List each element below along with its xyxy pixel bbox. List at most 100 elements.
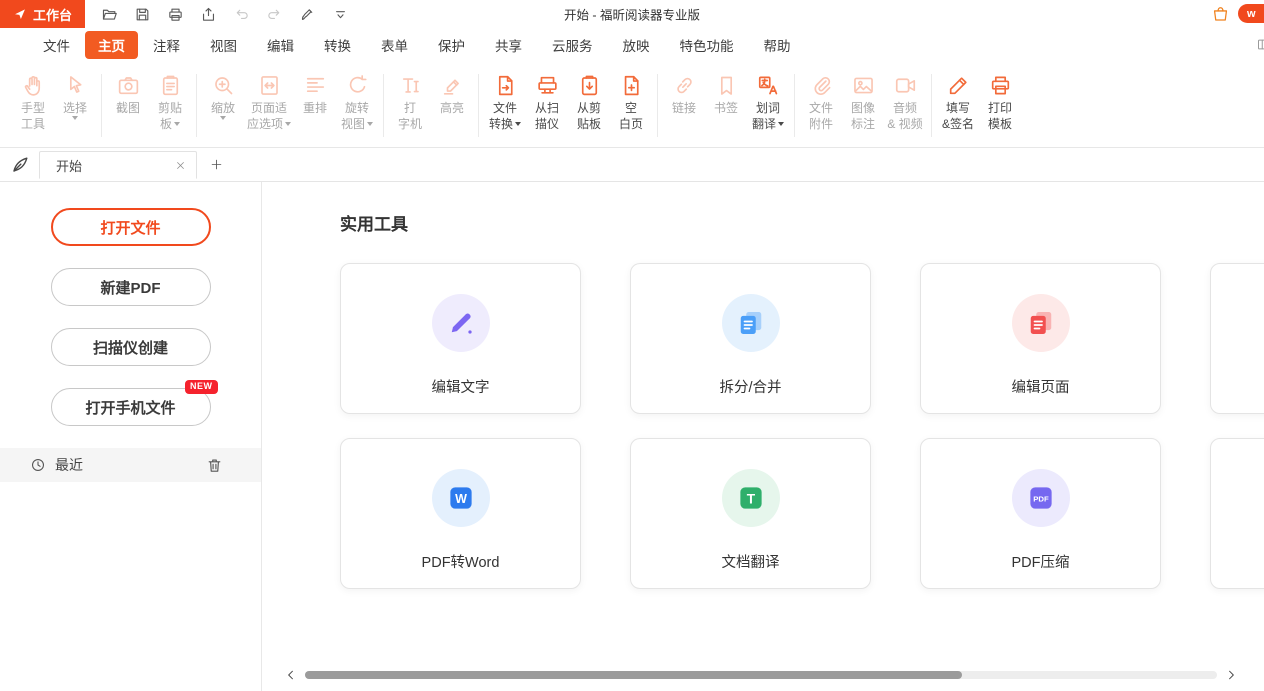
menu-view[interactable]: 视图 bbox=[195, 31, 252, 59]
new-pdf-button[interactable]: 新建PDF bbox=[51, 268, 211, 306]
svg-text:PDF: PDF bbox=[1033, 494, 1049, 503]
customize-toolbar-icon[interactable] bbox=[332, 6, 349, 23]
dropdown-caret-icon bbox=[174, 122, 180, 126]
scrollbar-track[interactable] bbox=[305, 671, 1217, 679]
ribbon-tool-label: 白页 bbox=[619, 116, 643, 132]
card-edit-pages-icon bbox=[1012, 294, 1070, 352]
menubar: 文件主页注释视图编辑转换表单保护共享云服务放映特色功能帮助 bbox=[0, 28, 1264, 62]
snapshot-tool[interactable]: 截图 bbox=[107, 70, 149, 116]
menu-home[interactable]: 主页 bbox=[85, 31, 138, 59]
clipboard-tool[interactable]: 剪贴板 bbox=[149, 70, 191, 132]
ribbon-tool-label: 音频 bbox=[893, 100, 917, 116]
dropdown-caret-icon bbox=[515, 122, 521, 126]
print-icon[interactable] bbox=[167, 6, 184, 23]
menu-file[interactable]: 文件 bbox=[28, 31, 85, 59]
scroll-right-icon[interactable] bbox=[1224, 668, 1238, 682]
typewriter-tool[interactable]: 打字机 bbox=[389, 70, 431, 132]
ribbon-tool-label: 模板 bbox=[988, 116, 1012, 132]
folder-open-icon[interactable] bbox=[101, 6, 118, 23]
workspace-button[interactable]: 工作台 bbox=[0, 0, 85, 28]
card-label: 编辑文字 bbox=[432, 376, 490, 397]
ribbon-tool-label: 选择 bbox=[63, 100, 87, 116]
from-scanner-tool[interactable]: 从扫描仪 bbox=[526, 70, 568, 132]
menu-special-features[interactable]: 特色功能 bbox=[665, 31, 749, 59]
reflow-icon bbox=[303, 70, 328, 100]
highlight-icon bbox=[440, 70, 465, 100]
card-edit-text[interactable]: 编辑文字 bbox=[340, 263, 581, 414]
bookmark-tool[interactable]: 书签 bbox=[705, 70, 747, 116]
ribbon-tool-label: 应选项 bbox=[247, 116, 291, 132]
tab-close-icon[interactable] bbox=[175, 160, 186, 171]
scanner-create-button[interactable]: 扫描仪创建 bbox=[51, 328, 211, 366]
ribbon-tool-label: 字机 bbox=[398, 116, 422, 132]
dropdown-caret-icon bbox=[72, 116, 78, 120]
sidebar: 打开文件新建PDF扫描仪创建打开手机文件NEW 最近 bbox=[0, 182, 262, 691]
clear-recent-trash-icon[interactable] bbox=[206, 457, 223, 474]
ribbon-tool-label: 手型 bbox=[21, 100, 45, 116]
ribbon-tool-label: 文件 bbox=[493, 100, 517, 116]
hand-tool[interactable]: 手型工具 bbox=[12, 70, 54, 132]
menu-edit[interactable]: 编辑 bbox=[252, 31, 309, 59]
menu-comment[interactable]: 注释 bbox=[138, 31, 195, 59]
ribbon-tool-label bbox=[72, 116, 78, 120]
card-doc-translate[interactable]: T文档翻译 bbox=[630, 438, 871, 589]
card-partial[interactable] bbox=[1210, 438, 1264, 589]
page-fit-tool[interactable]: 页面适应选项 bbox=[244, 70, 294, 132]
card-pdf-compress-icon: PDF bbox=[1012, 469, 1070, 527]
select-tool[interactable]: 选择 bbox=[54, 70, 96, 120]
link-tool[interactable]: 链接 bbox=[663, 70, 705, 116]
file-convert-tool[interactable]: 文件转换 bbox=[484, 70, 526, 132]
fill-sign-tool[interactable]: 填写&签名 bbox=[937, 70, 979, 132]
blank-page-tool[interactable]: 空白页 bbox=[610, 70, 652, 132]
horizontal-scrollbar[interactable] bbox=[284, 667, 1238, 683]
file-attachment-tool[interactable]: 文件附件 bbox=[800, 70, 842, 132]
save-icon[interactable] bbox=[134, 6, 151, 23]
card-edit-pages[interactable]: 编辑页面 bbox=[920, 263, 1161, 414]
undo-icon[interactable] bbox=[233, 6, 250, 23]
export-icon[interactable] bbox=[200, 6, 217, 23]
audio-video-tool[interactable]: 音频& 视频 bbox=[884, 70, 926, 132]
scrollbar-thumb[interactable] bbox=[305, 671, 962, 679]
image-note-icon bbox=[851, 70, 876, 100]
section-title: 实用工具 bbox=[340, 210, 1264, 235]
rotate-view-icon bbox=[345, 70, 370, 100]
card-partial[interactable] bbox=[1210, 263, 1264, 414]
recent-row[interactable]: 最近 bbox=[0, 448, 261, 482]
window-layout-icon[interactable] bbox=[1256, 37, 1264, 52]
card-pdf-to-word[interactable]: WPDF转Word bbox=[340, 438, 581, 589]
ribbon-tool-label: 高亮 bbox=[440, 100, 464, 116]
card-split-merge[interactable]: 拆分/合并 bbox=[630, 263, 871, 414]
ribbon-tool-label: 转换 bbox=[489, 116, 521, 132]
image-annotation-tool[interactable]: 图像标注 bbox=[842, 70, 884, 132]
pen-tools-icon[interactable] bbox=[299, 6, 316, 23]
member-badge[interactable]: w bbox=[1238, 4, 1264, 23]
tab-start[interactable]: 开始 bbox=[39, 151, 197, 179]
print-template-tool[interactable]: 打印模板 bbox=[979, 70, 1021, 132]
menu-protect[interactable]: 保护 bbox=[423, 31, 480, 59]
new-tab-button[interactable] bbox=[210, 158, 223, 171]
menu-present[interactable]: 放映 bbox=[608, 31, 665, 59]
card-label: 编辑页面 bbox=[1012, 376, 1070, 397]
tab-label: 开始 bbox=[56, 156, 175, 175]
reflow-tool[interactable]: 重排 bbox=[294, 70, 336, 116]
ribbon-tool-label: 填写 bbox=[946, 100, 970, 116]
scroll-left-icon[interactable] bbox=[284, 668, 298, 682]
menu-help[interactable]: 帮助 bbox=[749, 31, 806, 59]
menu-convert[interactable]: 转换 bbox=[309, 31, 366, 59]
ribbon-separator bbox=[931, 74, 932, 137]
open-file-button[interactable]: 打开文件 bbox=[51, 208, 211, 246]
from-clipboard-tool[interactable]: 从剪贴板 bbox=[568, 70, 610, 132]
ribbon-tool-label: &签名 bbox=[942, 116, 974, 132]
translate-tool[interactable]: 划词翻译 bbox=[747, 70, 789, 132]
menu-share[interactable]: 共享 bbox=[480, 31, 537, 59]
store-icon[interactable] bbox=[1211, 5, 1230, 24]
card-pdf-compress[interactable]: PDFPDF压缩 bbox=[920, 438, 1161, 589]
redo-icon[interactable] bbox=[266, 6, 283, 23]
menu-cloud-service[interactable]: 云服务 bbox=[537, 31, 608, 59]
menu-form[interactable]: 表单 bbox=[366, 31, 423, 59]
rotate-view-tool[interactable]: 旋转视图 bbox=[336, 70, 378, 132]
highlight-tool[interactable]: 高亮 bbox=[431, 70, 473, 116]
annotate-pen-icon[interactable] bbox=[10, 154, 31, 175]
ribbon-separator bbox=[478, 74, 479, 137]
zoom-tool[interactable]: 缩放 bbox=[202, 70, 244, 120]
